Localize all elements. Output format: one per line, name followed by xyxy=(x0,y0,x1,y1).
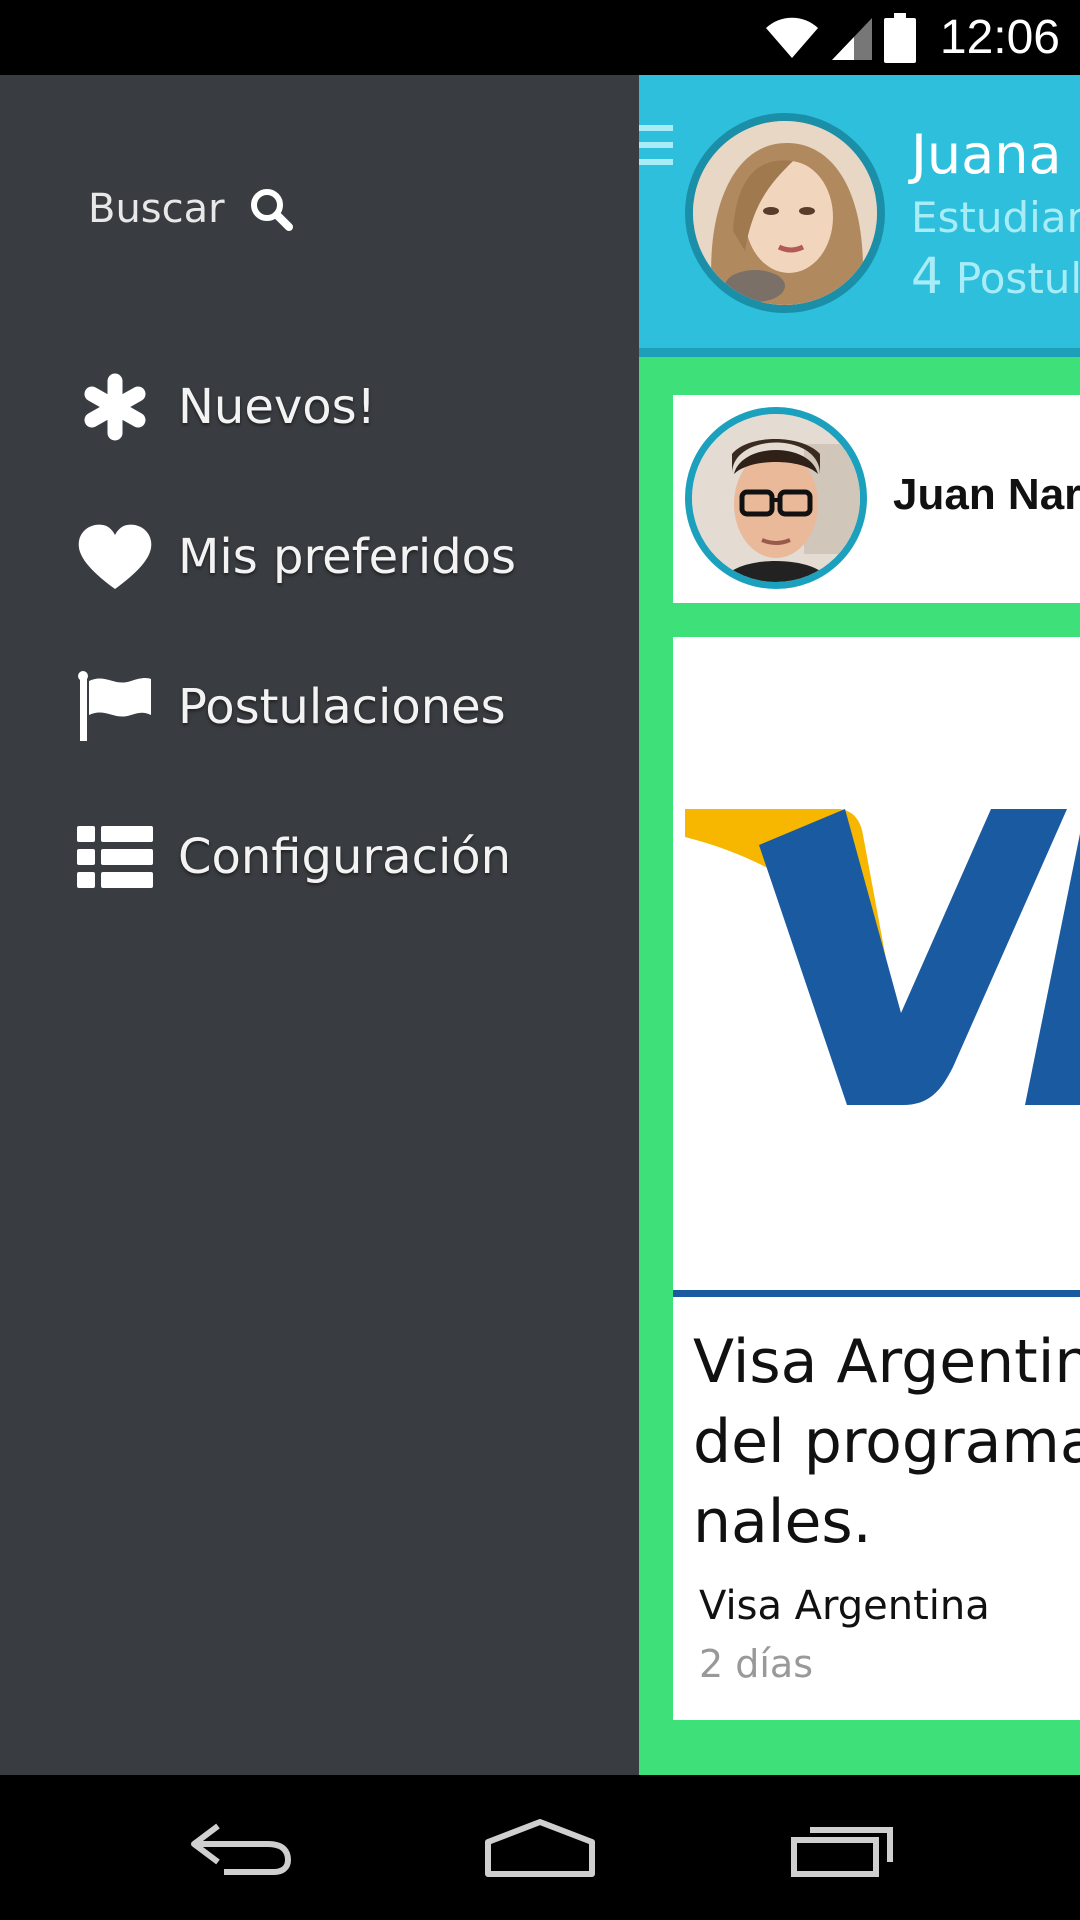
post-time: 2 días xyxy=(699,1642,814,1686)
navigation-drawer: Buscar Nuevos! Mis preferidos Postulacio… xyxy=(0,75,639,1775)
post-company: Visa Argentina xyxy=(699,1583,990,1629)
home-icon xyxy=(485,1819,595,1877)
avatar xyxy=(685,407,867,589)
asterisk-icon xyxy=(76,368,154,446)
search-label: Buscar xyxy=(88,186,225,232)
menu-icon[interactable] xyxy=(639,123,673,167)
drawer-item-label: Nuevos! xyxy=(178,379,376,435)
drawer-item-label: Postulaciones xyxy=(178,679,506,735)
post-card[interactable]: Visa Argentina del programa nales. Visa … xyxy=(673,637,1080,1720)
clock: 12:06 xyxy=(939,11,1060,64)
cell-signal-icon xyxy=(831,17,872,60)
battery-icon xyxy=(883,12,916,63)
back-button[interactable] xyxy=(180,1803,300,1893)
post-title: Visa Argentina del programa nales. xyxy=(693,1327,1080,1557)
profile-header: Juana C Estudiant 4 Postula xyxy=(639,75,1080,357)
drawer-item-configuracion[interactable]: Configuración xyxy=(76,812,511,902)
postulaciones-count: 4 xyxy=(911,247,943,305)
wifi-icon xyxy=(765,17,818,58)
profile-postulaciones: 4 Postula xyxy=(911,247,1080,305)
status-icons: 12:06 xyxy=(764,0,1060,75)
list-icon xyxy=(76,818,154,896)
system-navigation-bar xyxy=(0,1775,1080,1920)
main-content: Juana C Estudiant 4 Postula Juan Nar xyxy=(639,75,1080,1775)
drawer-item-mis-preferidos[interactable]: Mis preferidos xyxy=(76,512,516,602)
recents-icon xyxy=(791,1827,893,1877)
flag-icon xyxy=(76,668,154,746)
drawer-item-nuevos[interactable]: Nuevos! xyxy=(76,362,376,452)
drawer-item-label: Mis preferidos xyxy=(178,529,517,585)
visa-logo xyxy=(673,637,1080,1297)
avatar[interactable] xyxy=(685,113,885,313)
profile-role: Estudiant xyxy=(911,193,1080,242)
back-icon xyxy=(191,1823,292,1875)
profile-name: Juana C xyxy=(911,123,1080,186)
heart-icon xyxy=(76,518,154,596)
postulaciones-label: Postula xyxy=(955,254,1080,303)
status-bar: 12:06 xyxy=(0,0,1080,75)
user-name: Juan Nar xyxy=(893,470,1080,519)
recents-button[interactable] xyxy=(784,1803,904,1893)
user-card[interactable]: Juan Nar xyxy=(673,395,1080,603)
drawer-item-label: Configuración xyxy=(178,829,512,885)
search-icon xyxy=(250,189,293,231)
drawer-item-postulaciones[interactable]: Postulaciones xyxy=(76,662,506,752)
home-button[interactable] xyxy=(480,1803,600,1893)
drawer-search[interactable]: Buscar xyxy=(88,185,295,233)
